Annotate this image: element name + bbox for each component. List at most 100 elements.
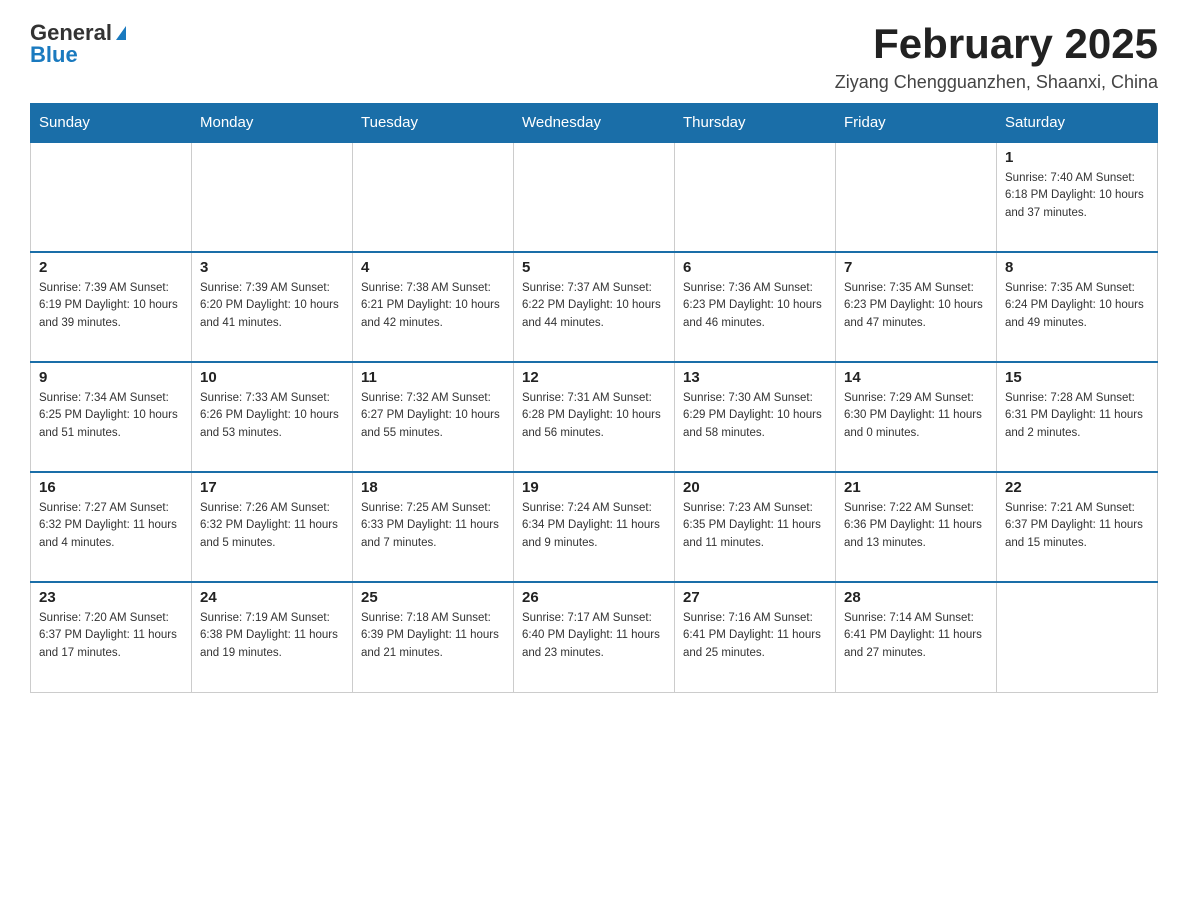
logo-triangle-icon <box>116 26 126 40</box>
day-number: 25 <box>361 589 505 606</box>
day-info: Sunrise: 7:40 AM Sunset: 6:18 PM Dayligh… <box>1005 170 1149 222</box>
day-number: 20 <box>683 479 827 496</box>
calendar-cell: 1Sunrise: 7:40 AM Sunset: 6:18 PM Daylig… <box>997 142 1158 252</box>
day-number: 24 <box>200 589 344 606</box>
calendar-table: SundayMondayTuesdayWednesdayThursdayFrid… <box>30 103 1158 693</box>
calendar-cell: 23Sunrise: 7:20 AM Sunset: 6:37 PM Dayli… <box>31 582 192 692</box>
calendar-cell: 5 Sunrise: 7:37 AM Sunset: 6:22 PM Daylig… <box>514 252 675 362</box>
day-info: Sunrise: 7:35 AM Sunset: 6:24 PM Dayligh… <box>1005 280 1149 332</box>
calendar-cell <box>836 142 997 252</box>
calendar-week-row: 1Sunrise: 7:40 AM Sunset: 6:18 PM Daylig… <box>31 142 1158 252</box>
day-info: Sunrise: 7:26 AM Sunset: 6:32 PM Dayligh… <box>200 500 344 552</box>
day-number: 11 <box>361 369 505 386</box>
calendar-cell <box>192 142 353 252</box>
day-number: 26 <box>522 589 666 606</box>
day-number: 27 <box>683 589 827 606</box>
calendar-week-row: 16 Sunrise: 7:27 AM Sunset: 6:32 PM Dayli… <box>31 472 1158 582</box>
day-info: Sunrise: 7:27 AM Sunset: 6:32 PM Dayligh… <box>39 500 183 552</box>
calendar-header-tuesday: Tuesday <box>353 104 514 143</box>
day-info: Sunrise: 7:37 AM Sunset: 6:22 PM Dayligh… <box>522 280 666 332</box>
day-number: 2 <box>39 259 183 276</box>
day-info: Sunrise: 7:38 AM Sunset: 6:21 PM Dayligh… <box>361 280 505 332</box>
logo: General Blue <box>30 20 126 68</box>
logo-blue-text: Blue <box>30 42 78 68</box>
day-info: Sunrise: 7:30 AM Sunset: 6:29 PM Dayligh… <box>683 390 827 442</box>
calendar-cell: 14Sunrise: 7:29 AM Sunset: 6:30 PM Dayli… <box>836 362 997 472</box>
calendar-cell: 19 Sunrise: 7:24 AM Sunset: 6:34 PM Dayli… <box>514 472 675 582</box>
day-number: 28 <box>844 589 988 606</box>
day-info: Sunrise: 7:39 AM Sunset: 6:19 PM Dayligh… <box>39 280 183 332</box>
day-info: Sunrise: 7:39 AM Sunset: 6:20 PM Dayligh… <box>200 280 344 332</box>
calendar-cell <box>31 142 192 252</box>
calendar-cell <box>675 142 836 252</box>
calendar-cell: 13 Sunrise: 7:30 AM Sunset: 6:29 PM Dayli… <box>675 362 836 472</box>
day-number: 5 <box>522 259 666 276</box>
day-number: 10 <box>200 369 344 386</box>
day-number: 17 <box>200 479 344 496</box>
day-number: 22 <box>1005 479 1149 496</box>
day-info: Sunrise: 7:28 AM Sunset: 6:31 PM Dayligh… <box>1005 390 1149 442</box>
calendar-cell: 9 Sunrise: 7:34 AM Sunset: 6:25 PM Daylig… <box>31 362 192 472</box>
calendar-cell: 26Sunrise: 7:17 AM Sunset: 6:40 PM Dayli… <box>514 582 675 692</box>
calendar-cell: 22 Sunrise: 7:21 AM Sunset: 6:37 PM Dayli… <box>997 472 1158 582</box>
day-info: Sunrise: 7:24 AM Sunset: 6:34 PM Dayligh… <box>522 500 666 552</box>
calendar-cell: 11 Sunrise: 7:32 AM Sunset: 6:27 PM Dayli… <box>353 362 514 472</box>
day-number: 4 <box>361 259 505 276</box>
calendar-cell <box>514 142 675 252</box>
calendar-cell: 6Sunrise: 7:36 AM Sunset: 6:23 PM Daylig… <box>675 252 836 362</box>
calendar-cell: 28 Sunrise: 7:14 AM Sunset: 6:41 PM Dayli… <box>836 582 997 692</box>
calendar-cell: 24Sunrise: 7:19 AM Sunset: 6:38 PM Dayli… <box>192 582 353 692</box>
calendar-cell <box>997 582 1158 692</box>
day-info: Sunrise: 7:31 AM Sunset: 6:28 PM Dayligh… <box>522 390 666 442</box>
calendar-cell: 3 Sunrise: 7:39 AM Sunset: 6:20 PM Daylig… <box>192 252 353 362</box>
calendar-cell: 12 Sunrise: 7:31 AM Sunset: 6:28 PM Dayli… <box>514 362 675 472</box>
calendar-cell: 16 Sunrise: 7:27 AM Sunset: 6:32 PM Dayli… <box>31 472 192 582</box>
day-number: 12 <box>522 369 666 386</box>
calendar-header-row: SundayMondayTuesdayWednesdayThursdayFrid… <box>31 104 1158 143</box>
day-number: 21 <box>844 479 988 496</box>
calendar-cell: 21Sunrise: 7:22 AM Sunset: 6:36 PM Dayli… <box>836 472 997 582</box>
calendar-cell: 7 Sunrise: 7:35 AM Sunset: 6:23 PM Daylig… <box>836 252 997 362</box>
calendar-week-row: 2 Sunrise: 7:39 AM Sunset: 6:19 PM Daylig… <box>31 252 1158 362</box>
day-info: Sunrise: 7:35 AM Sunset: 6:23 PM Dayligh… <box>844 280 988 332</box>
day-info: Sunrise: 7:21 AM Sunset: 6:37 PM Dayligh… <box>1005 500 1149 552</box>
calendar-cell: 27 Sunrise: 7:16 AM Sunset: 6:41 PM Dayli… <box>675 582 836 692</box>
month-title: February 2025 <box>835 20 1158 68</box>
calendar-cell: 4 Sunrise: 7:38 AM Sunset: 6:21 PM Daylig… <box>353 252 514 362</box>
day-number: 13 <box>683 369 827 386</box>
day-info: Sunrise: 7:34 AM Sunset: 6:25 PM Dayligh… <box>39 390 183 442</box>
day-number: 18 <box>361 479 505 496</box>
day-number: 16 <box>39 479 183 496</box>
day-number: 19 <box>522 479 666 496</box>
day-number: 3 <box>200 259 344 276</box>
title-section: February 2025 Ziyang Chengguanzhen, Shaa… <box>835 20 1158 93</box>
calendar-cell: 8 Sunrise: 7:35 AM Sunset: 6:24 PM Daylig… <box>997 252 1158 362</box>
calendar-cell: 10Sunrise: 7:33 AM Sunset: 6:26 PM Dayli… <box>192 362 353 472</box>
day-info: Sunrise: 7:16 AM Sunset: 6:41 PM Dayligh… <box>683 610 827 662</box>
day-number: 23 <box>39 589 183 606</box>
day-number: 9 <box>39 369 183 386</box>
calendar-cell: 15 Sunrise: 7:28 AM Sunset: 6:31 PM Dayli… <box>997 362 1158 472</box>
day-number: 8 <box>1005 259 1149 276</box>
calendar-header-friday: Friday <box>836 104 997 143</box>
page-header: General Blue February 2025 Ziyang Chengg… <box>30 20 1158 93</box>
day-number: 7 <box>844 259 988 276</box>
calendar-cell: 2 Sunrise: 7:39 AM Sunset: 6:19 PM Daylig… <box>31 252 192 362</box>
calendar-header-wednesday: Wednesday <box>514 104 675 143</box>
calendar-cell <box>353 142 514 252</box>
calendar-header-thursday: Thursday <box>675 104 836 143</box>
calendar-header-monday: Monday <box>192 104 353 143</box>
calendar-cell: 20Sunrise: 7:23 AM Sunset: 6:35 PM Dayli… <box>675 472 836 582</box>
calendar-header-sunday: Sunday <box>31 104 192 143</box>
day-number: 15 <box>1005 369 1149 386</box>
calendar-cell: 25 Sunrise: 7:18 AM Sunset: 6:39 PM Dayli… <box>353 582 514 692</box>
day-info: Sunrise: 7:14 AM Sunset: 6:41 PM Dayligh… <box>844 610 988 662</box>
day-info: Sunrise: 7:29 AM Sunset: 6:30 PM Dayligh… <box>844 390 988 442</box>
calendar-week-row: 23Sunrise: 7:20 AM Sunset: 6:37 PM Dayli… <box>31 582 1158 692</box>
day-info: Sunrise: 7:32 AM Sunset: 6:27 PM Dayligh… <box>361 390 505 442</box>
location-title: Ziyang Chengguanzhen, Shaanxi, China <box>835 72 1158 93</box>
day-info: Sunrise: 7:18 AM Sunset: 6:39 PM Dayligh… <box>361 610 505 662</box>
day-info: Sunrise: 7:36 AM Sunset: 6:23 PM Dayligh… <box>683 280 827 332</box>
calendar-cell: 17 Sunrise: 7:26 AM Sunset: 6:32 PM Dayli… <box>192 472 353 582</box>
calendar-header-saturday: Saturday <box>997 104 1158 143</box>
